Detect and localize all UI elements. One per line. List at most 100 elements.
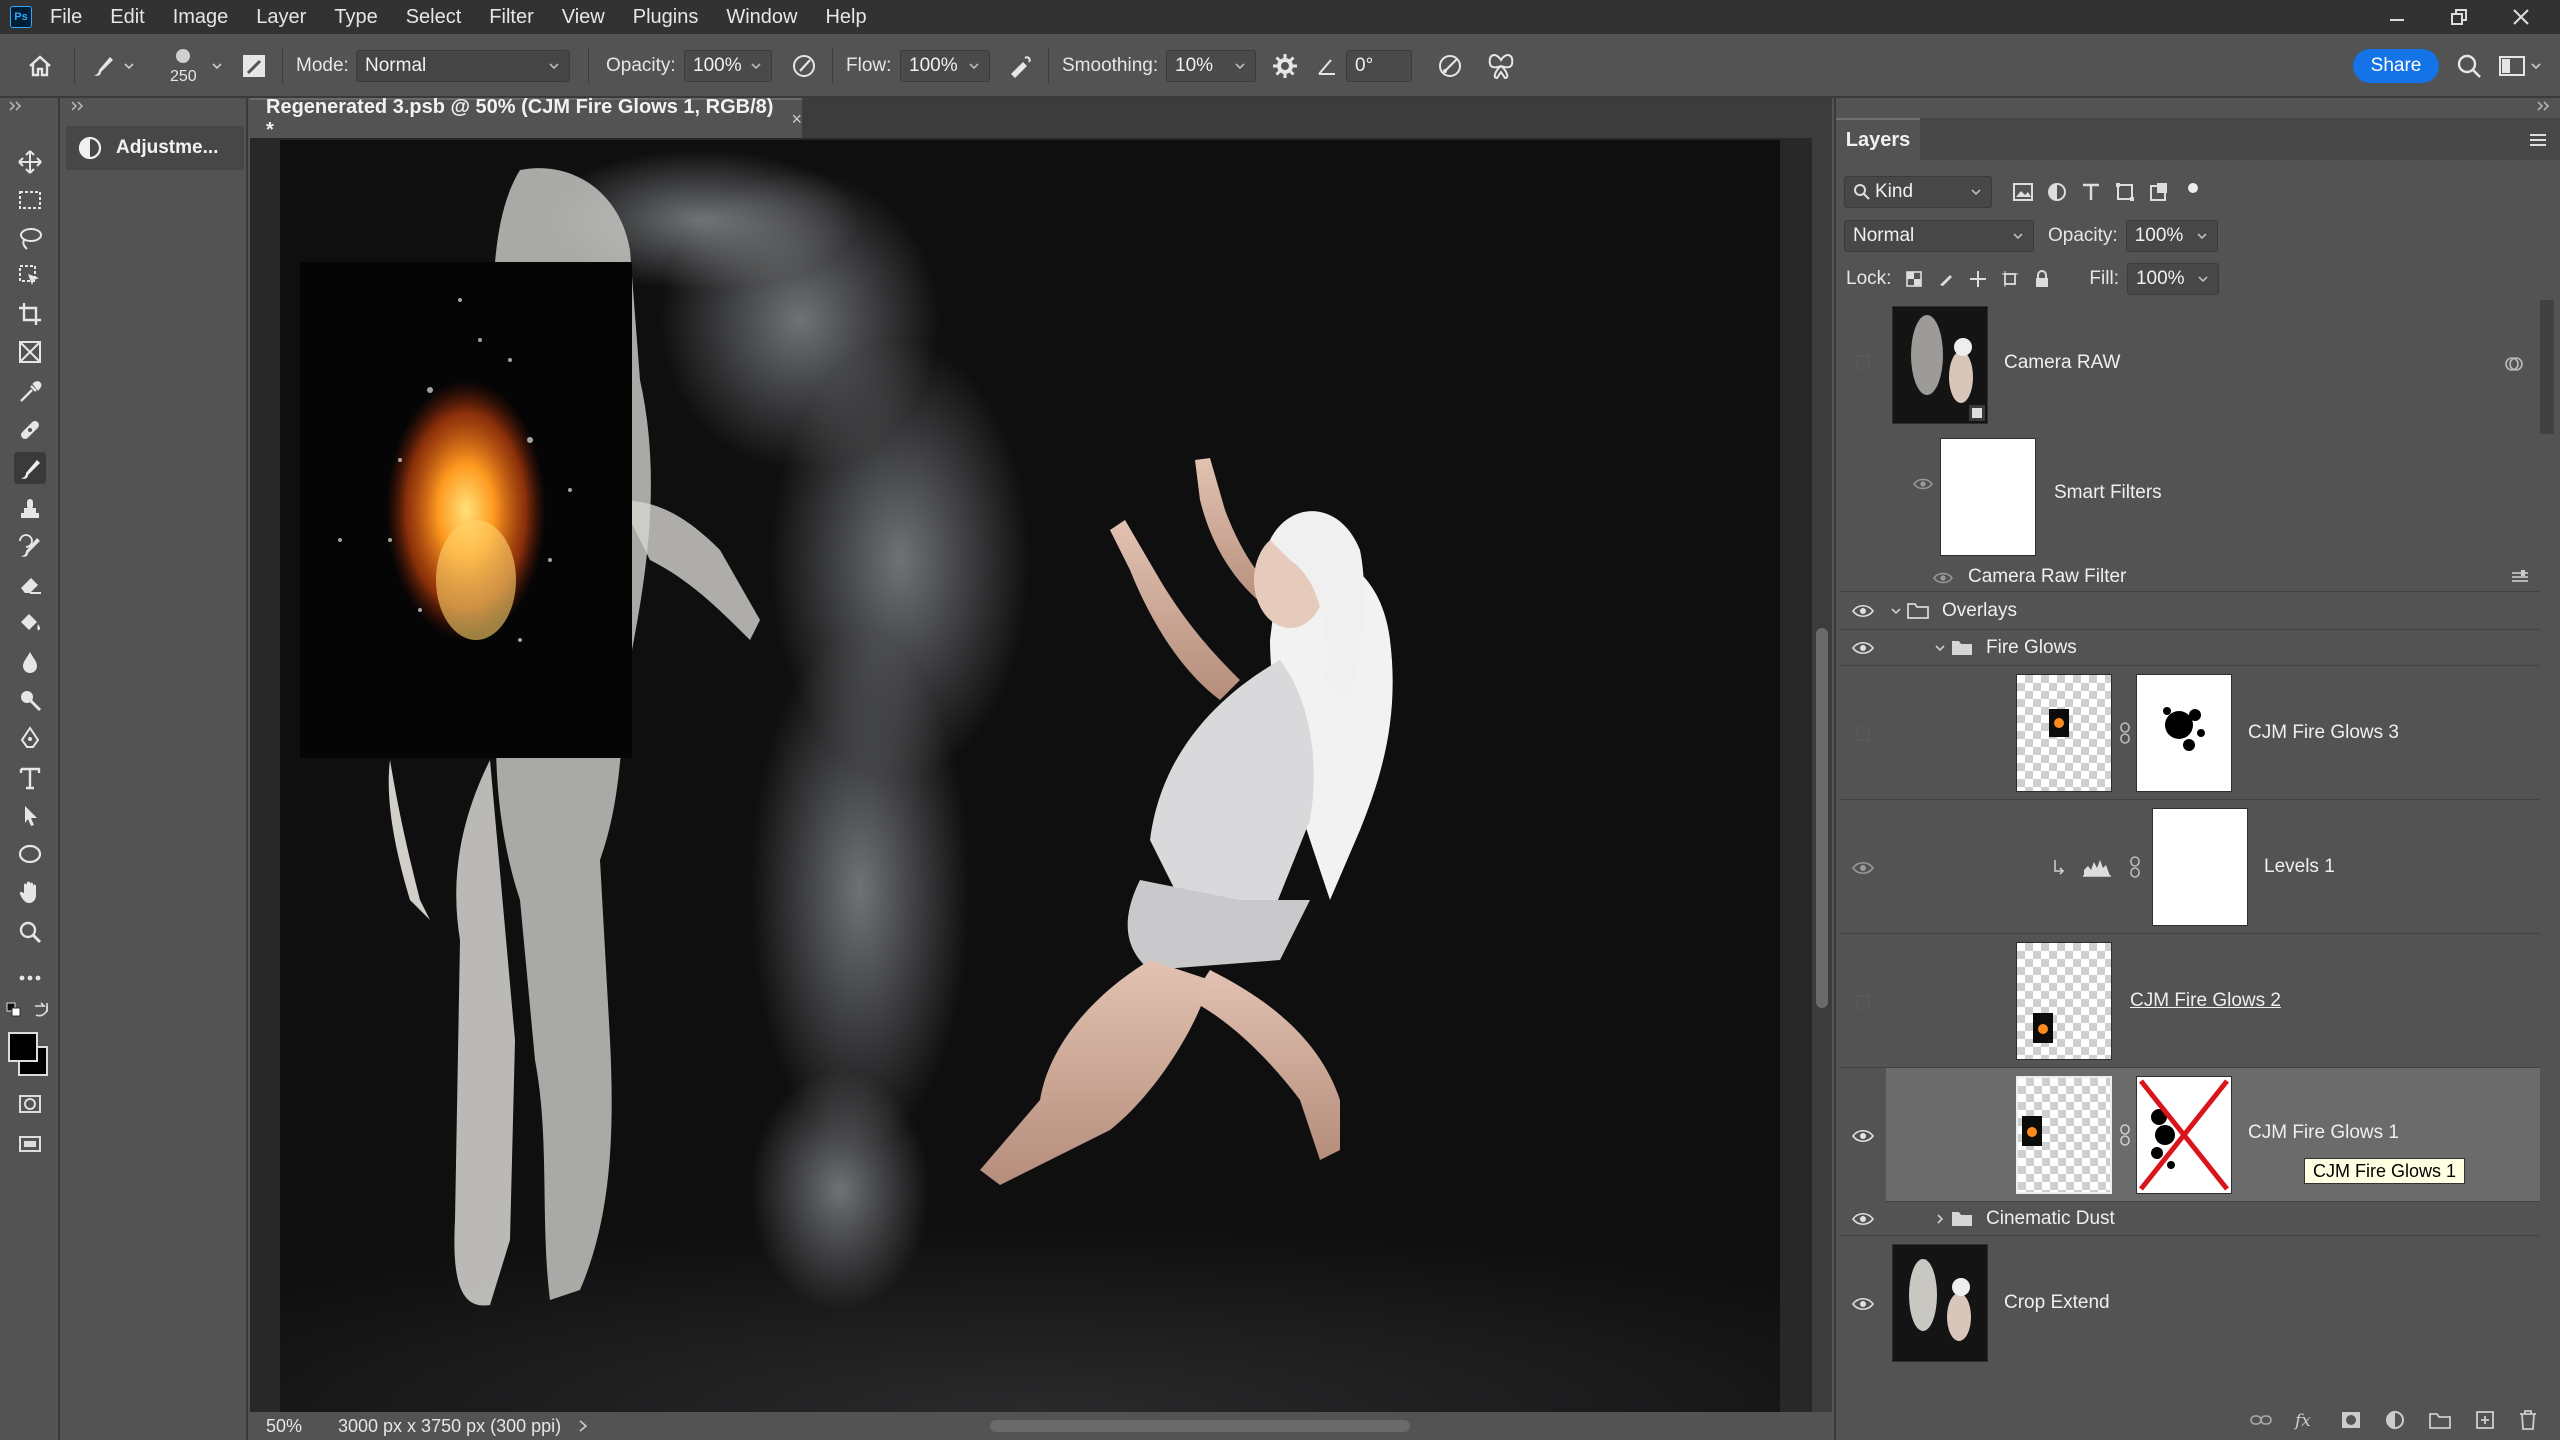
opacity-input[interactable]: 100% [684,50,772,82]
symmetry-butterfly-icon[interactable] [1486,34,1516,98]
visibility-off-icon[interactable] [1848,350,1878,374]
layer-blend-mode-select[interactable]: Normal [1844,220,2034,252]
visibility-off-icon[interactable] [1848,990,1878,1014]
marquee-tool-icon[interactable] [14,184,46,216]
brush-preset-icon[interactable] [88,34,136,98]
dodge-tool-icon[interactable] [14,684,46,716]
restore-icon[interactable] [2450,8,2468,26]
brush-settings-toggle-icon[interactable] [240,34,268,98]
history-brush-tool-icon[interactable] [14,530,46,562]
layer-name[interactable]: Camera RAW [2004,352,2120,374]
lasso-tool-icon[interactable] [14,222,46,254]
link-layers-icon[interactable] [2250,1412,2272,1428]
menu-help[interactable]: Help [825,6,866,29]
eye-icon[interactable] [1848,856,1878,880]
add-layer-mask-icon[interactable] [2340,1410,2362,1430]
layer-name[interactable]: Crop Extend [2004,1292,2110,1314]
vertical-scrollbar[interactable] [1812,138,1832,1412]
workspace-switcher-icon[interactable] [2498,34,2542,98]
hand-tool-icon[interactable] [14,876,46,908]
layer-levels-1[interactable]: Levels 1 [1840,800,2540,934]
collapse-layers-panel-icon[interactable] [2536,100,2552,112]
mode-select[interactable]: Normal [356,50,570,82]
document-tab[interactable]: Regenerated 3.psb @ 50% (CJM Fire Glows … [250,96,802,141]
pressure-opacity-icon[interactable] [790,34,818,98]
layer-camera-raw[interactable]: Camera RAW [1840,300,2540,430]
default-colors-icon[interactable] [6,1002,22,1018]
mask-link-icon[interactable] [2118,1124,2132,1146]
eye-icon[interactable] [1928,566,1958,590]
screen-mode-icon[interactable] [14,1128,46,1160]
layer-group-overlays[interactable]: Overlays [1840,592,2540,630]
foreground-color-swatch[interactable] [8,1032,38,1062]
menu-window[interactable]: Window [726,6,797,29]
brush-size-picker[interactable]: 250 [170,34,197,98]
frame-tool-icon[interactable] [14,336,46,368]
delete-layer-trash-icon[interactable] [2518,1409,2538,1431]
move-tool-icon[interactable] [14,146,46,178]
layer-name[interactable]: CJM Fire Glows 2 [2130,990,2281,1012]
new-group-folder-icon[interactable] [2428,1410,2452,1430]
menu-type[interactable]: Type [334,6,377,29]
menu-layer[interactable]: Layer [256,6,306,29]
layer-name[interactable]: CJM Fire Glows 3 [2248,722,2399,744]
zoom-level[interactable]: 50% [266,1416,326,1437]
eye-icon[interactable] [1848,1124,1878,1148]
layer-cjm-fire-glows-2[interactable]: CJM Fire Glows 2 [1840,934,2540,1068]
layers-tab[interactable]: Layers [1836,118,1920,160]
airbrush-icon[interactable] [1006,34,1034,98]
filter-pixel-layers-icon[interactable] [2012,181,2034,203]
layer-smart-filters[interactable]: Smart Filters [1840,430,2540,556]
filter-blending-options-icon[interactable] [2510,570,2530,584]
clone-stamp-tool-icon[interactable] [14,492,46,524]
pen-tool-icon[interactable] [14,722,46,754]
document-canvas[interactable] [280,140,1780,1412]
eraser-tool-icon[interactable] [14,568,46,600]
layer-name[interactable]: Fire Glows [1986,637,2077,659]
pressure-size-icon[interactable] [1436,34,1464,98]
layers-scrollbar[interactable] [2540,300,2554,434]
eye-icon[interactable] [1848,599,1878,623]
layer-cjm-fire-glows-1[interactable]: CJM Fire Glows 1 CJM Fire Glows 1 [1852,1068,2540,1202]
layer-filter-kind-select[interactable]: Kind [1844,176,1992,208]
lock-transparent-pixels-icon[interactable] [1905,270,1923,288]
layer-crop-extend[interactable]: Crop Extend [1840,1236,2540,1370]
quick-mask-icon[interactable] [14,1088,46,1120]
more-tools-icon[interactable] [14,962,46,994]
new-adjustment-layer-icon[interactable] [2384,1409,2406,1431]
swap-colors-icon[interactable] [32,1000,50,1018]
menu-filter[interactable]: Filter [489,6,533,29]
flow-input[interactable]: 100% [900,50,990,82]
expand-panel-icon[interactable] [70,100,86,112]
type-tool-icon[interactable] [14,762,46,794]
layer-style-fx-icon[interactable]: fx [2294,1410,2318,1430]
object-selection-tool-icon[interactable] [14,260,46,292]
layer-fill-input[interactable]: 100% [2126,263,2219,295]
layer-name[interactable]: Cinematic Dust [1986,1208,2115,1230]
brush-tool-icon[interactable] [14,452,46,484]
close-document-icon[interactable]: × [791,109,802,130]
filter-adjustment-layers-icon[interactable] [2046,181,2068,203]
chevron-down-icon[interactable] [1934,642,1946,654]
share-button[interactable]: Share [2353,49,2439,83]
zoom-tool-icon[interactable] [14,916,46,948]
canvas-area[interactable] [250,138,1812,1412]
collapse-panel-icon[interactable] [8,100,24,112]
smoothing-options-gear-icon[interactable] [1272,34,1298,98]
horizontal-scroll-thumb[interactable] [990,1420,1410,1432]
mask-link-icon[interactable] [2128,856,2142,878]
chevron-right-icon[interactable] [577,1419,589,1433]
layer-name[interactable]: CJM Fire Glows 1 [2248,1122,2399,1144]
home-icon[interactable] [26,34,54,98]
layer-name[interactable]: Overlays [1942,600,2017,622]
lock-artboard-icon[interactable] [2001,270,2019,288]
menu-plugins[interactable]: Plugins [633,6,699,29]
filter-type-layers-icon[interactable] [2080,181,2102,203]
close-window-icon[interactable] [2512,8,2530,26]
filter-smart-objects-icon[interactable] [2148,181,2170,203]
brush-angle-input[interactable]: 0° [1346,50,1412,82]
menu-select[interactable]: Select [406,6,462,29]
path-selection-tool-icon[interactable] [14,800,46,832]
layer-cjm-fire-glows-3[interactable]: CJM Fire Glows 3 [1840,666,2540,800]
layer-name[interactable]: Camera Raw Filter [1968,566,2126,588]
